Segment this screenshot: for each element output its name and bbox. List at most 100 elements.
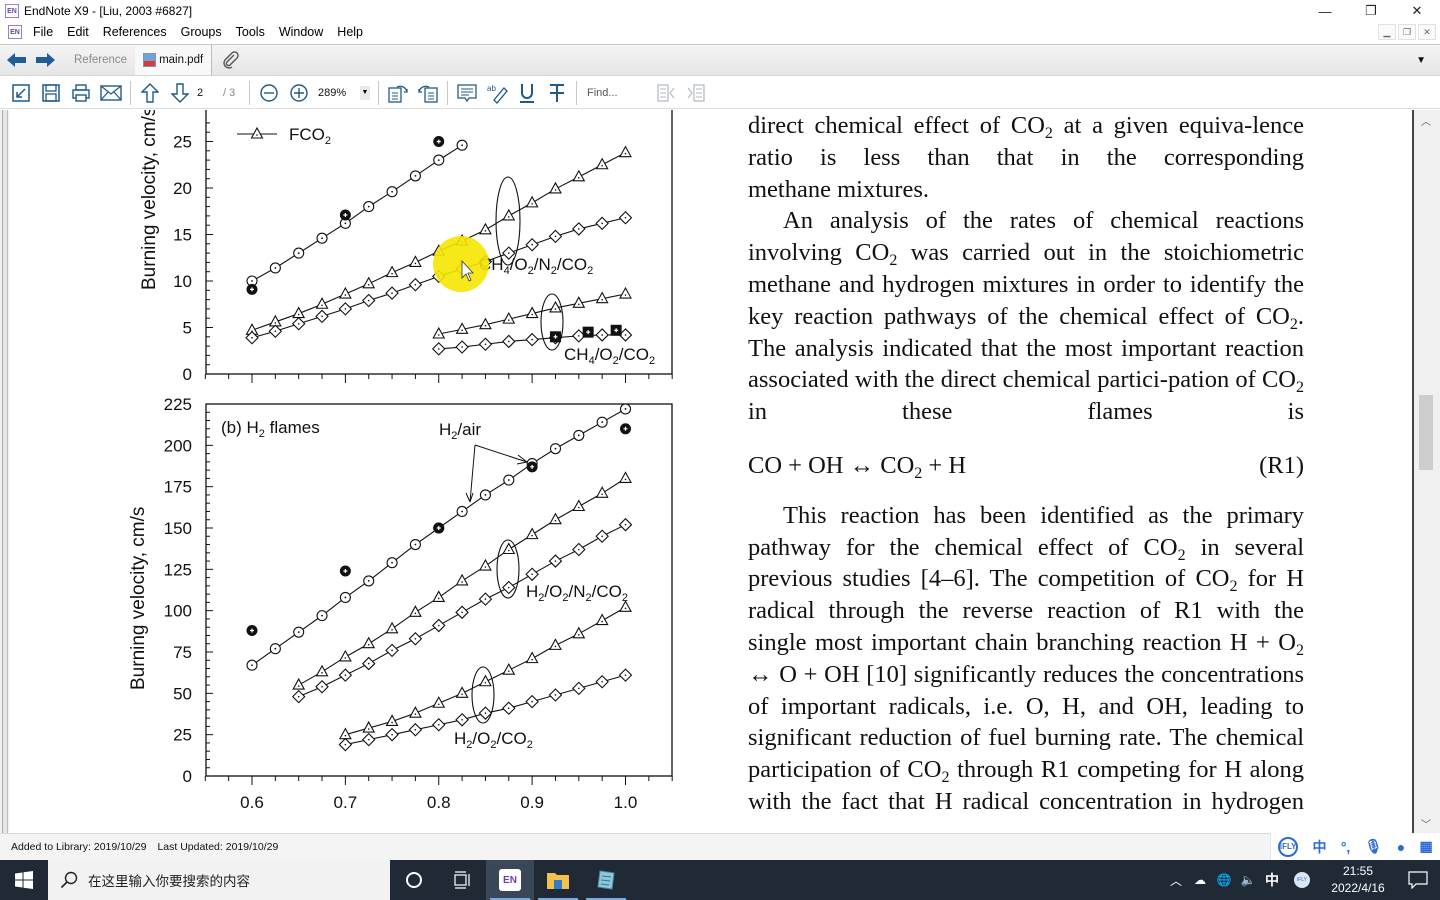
highlight-button[interactable]: ab bbox=[482, 80, 512, 106]
scroll-down-button[interactable]: ﹀ bbox=[1416, 815, 1436, 831]
next-page-button[interactable] bbox=[165, 80, 195, 106]
open-external-button[interactable] bbox=[6, 80, 36, 106]
microphone-icon[interactable]: 🎙 bbox=[1365, 838, 1383, 855]
data-point-dot bbox=[367, 205, 370, 208]
menu-groups[interactable]: Groups bbox=[174, 25, 229, 39]
data-point bbox=[315, 664, 329, 677]
menu-file[interactable]: File bbox=[26, 25, 60, 39]
close-button[interactable]: ✕ bbox=[1394, 0, 1440, 22]
open-external-icon bbox=[12, 83, 30, 102]
volume-icon[interactable]: 🔈 bbox=[1236, 873, 1260, 887]
legend: FCO2 bbox=[237, 125, 331, 147]
data-point-dot bbox=[601, 164, 603, 167]
endnote-menu-icon[interactable]: EN bbox=[8, 25, 22, 39]
underline-button[interactable] bbox=[512, 80, 542, 106]
find-next-icon bbox=[687, 83, 705, 102]
minimize-button[interactable]: — bbox=[1302, 0, 1348, 22]
data-point-dot bbox=[461, 346, 463, 348]
clock[interactable]: 21:55 2022/4/16 bbox=[1320, 863, 1396, 897]
data-point bbox=[479, 558, 492, 571]
taskbar-search[interactable]: 在这里输入你要搜索的内容 bbox=[48, 860, 390, 900]
ifly-icon[interactable]: iFLY bbox=[1278, 836, 1299, 857]
restore-button[interactable]: ❐ bbox=[1348, 0, 1394, 22]
forward-button[interactable] bbox=[34, 51, 56, 69]
menu-tools[interactable]: Tools bbox=[229, 25, 272, 39]
data-point-dot bbox=[578, 687, 580, 690]
pdf-page[interactable]: 0 5 10 15 20 25 Burning velocity, cm/s FCO2 CH4/… bbox=[9, 110, 1412, 833]
scrollbar-thumb[interactable] bbox=[1419, 395, 1433, 470]
user-icon[interactable]: ● bbox=[1397, 839, 1405, 855]
data-point-dot bbox=[484, 494, 487, 496]
previous-page-button[interactable] bbox=[135, 80, 165, 106]
overflow-chevron-icon[interactable]: ▼ bbox=[1416, 55, 1426, 66]
find-next-button[interactable] bbox=[681, 80, 711, 106]
data-point-dot bbox=[297, 313, 300, 316]
annotation-h2-o2-n2-co2: H2/O2/N2/CO2 bbox=[526, 582, 628, 604]
rotate-right-button[interactable] bbox=[413, 80, 443, 106]
punctuation-icon[interactable]: °, bbox=[1341, 839, 1351, 855]
data-point bbox=[408, 605, 422, 617]
start-button[interactable] bbox=[0, 860, 48, 900]
taskbar-notepad[interactable] bbox=[582, 860, 630, 900]
save-button[interactable] bbox=[36, 80, 66, 106]
task-view-button[interactable] bbox=[438, 860, 486, 900]
data-point-dot bbox=[251, 664, 253, 667]
email-button[interactable] bbox=[96, 80, 126, 106]
zoom-level-field[interactable]: 289% bbox=[314, 87, 360, 99]
back-button[interactable] bbox=[6, 51, 28, 69]
vertical-scrollbar[interactable]: ︿ ﹀ bbox=[1416, 110, 1436, 833]
zoom-in-button[interactable] bbox=[284, 80, 314, 106]
add-note-button[interactable] bbox=[452, 80, 482, 106]
page-edge bbox=[1412, 110, 1414, 833]
close-icon: ✕ bbox=[1411, 3, 1423, 18]
zoom-out-button[interactable] bbox=[254, 80, 284, 106]
data-point bbox=[572, 169, 586, 182]
data-point-dot bbox=[344, 308, 347, 310]
data-point-dot bbox=[531, 203, 533, 205]
menu-edit[interactable]: Edit bbox=[60, 25, 96, 39]
menu-bar: EN File Edit References Groups Tools Win… bbox=[0, 22, 1440, 42]
onedrive-paused-icon[interactable]: ☁ bbox=[1188, 873, 1212, 887]
action-center-button[interactable] bbox=[1396, 871, 1440, 889]
page-number-input[interactable]: 2 bbox=[197, 87, 223, 99]
taskbar-file-explorer[interactable] bbox=[534, 860, 582, 900]
find-input[interactable]: Find... bbox=[587, 87, 647, 99]
series-h2-o2-n2-co2 bbox=[291, 517, 633, 704]
last-updated: Last Updated: 2019/10/29 bbox=[157, 841, 279, 853]
strikethrough-button[interactable] bbox=[542, 80, 572, 106]
data-point-dot bbox=[437, 159, 440, 161]
zoom-dropdown-button[interactable]: ▼ bbox=[360, 85, 370, 100]
cortana-button[interactable] bbox=[390, 860, 438, 900]
data-point bbox=[479, 674, 492, 687]
scroll-up-button[interactable]: ︿ bbox=[1416, 112, 1436, 128]
taskbar-endnote[interactable]: EN bbox=[486, 860, 534, 900]
y-tick-label: 200 bbox=[164, 436, 192, 455]
tab-reference[interactable]: Reference bbox=[66, 45, 135, 75]
y-tick-label: 75 bbox=[173, 643, 192, 662]
network-icon[interactable]: 🌐 bbox=[1212, 873, 1236, 887]
find-previous-button[interactable] bbox=[651, 80, 681, 106]
input-language[interactable]: 中 bbox=[1260, 870, 1284, 890]
ifly-tray-icon[interactable]: iFLY bbox=[1290, 872, 1314, 888]
rotate-left-button[interactable] bbox=[383, 80, 413, 106]
data-point-dot bbox=[414, 713, 417, 715]
apps-grid-icon[interactable]: ▦ bbox=[1420, 838, 1433, 855]
tab-main-pdf[interactable]: main.pdf bbox=[135, 45, 213, 75]
zoom-out-icon bbox=[260, 83, 278, 102]
doc-minimize-button[interactable]: ▁ bbox=[1378, 24, 1396, 40]
print-button[interactable] bbox=[66, 80, 96, 106]
menu-window[interactable]: Window bbox=[272, 25, 330, 39]
doc-restore-button[interactable]: ❐ bbox=[1398, 24, 1416, 40]
data-point-dot bbox=[484, 343, 487, 346]
show-hidden-icons[interactable]: ︿ bbox=[1164, 872, 1188, 889]
menu-references[interactable]: References bbox=[96, 25, 174, 39]
ime-chinese-mode[interactable]: 中 bbox=[1312, 837, 1326, 857]
chevron-down-icon: ▼ bbox=[361, 89, 369, 96]
menu-help[interactable]: Help bbox=[330, 25, 370, 39]
pdf-viewer[interactable]: 0 5 10 15 20 25 Burning velocity, cm/s FCO2 CH4/… bbox=[0, 110, 1440, 833]
toolbar-divider bbox=[447, 80, 448, 105]
data-point-dot bbox=[507, 707, 510, 710]
doc-close-button[interactable]: ✕ bbox=[1418, 24, 1436, 40]
data-point-dot bbox=[578, 228, 580, 230]
attach-file-button[interactable] bbox=[220, 51, 242, 69]
